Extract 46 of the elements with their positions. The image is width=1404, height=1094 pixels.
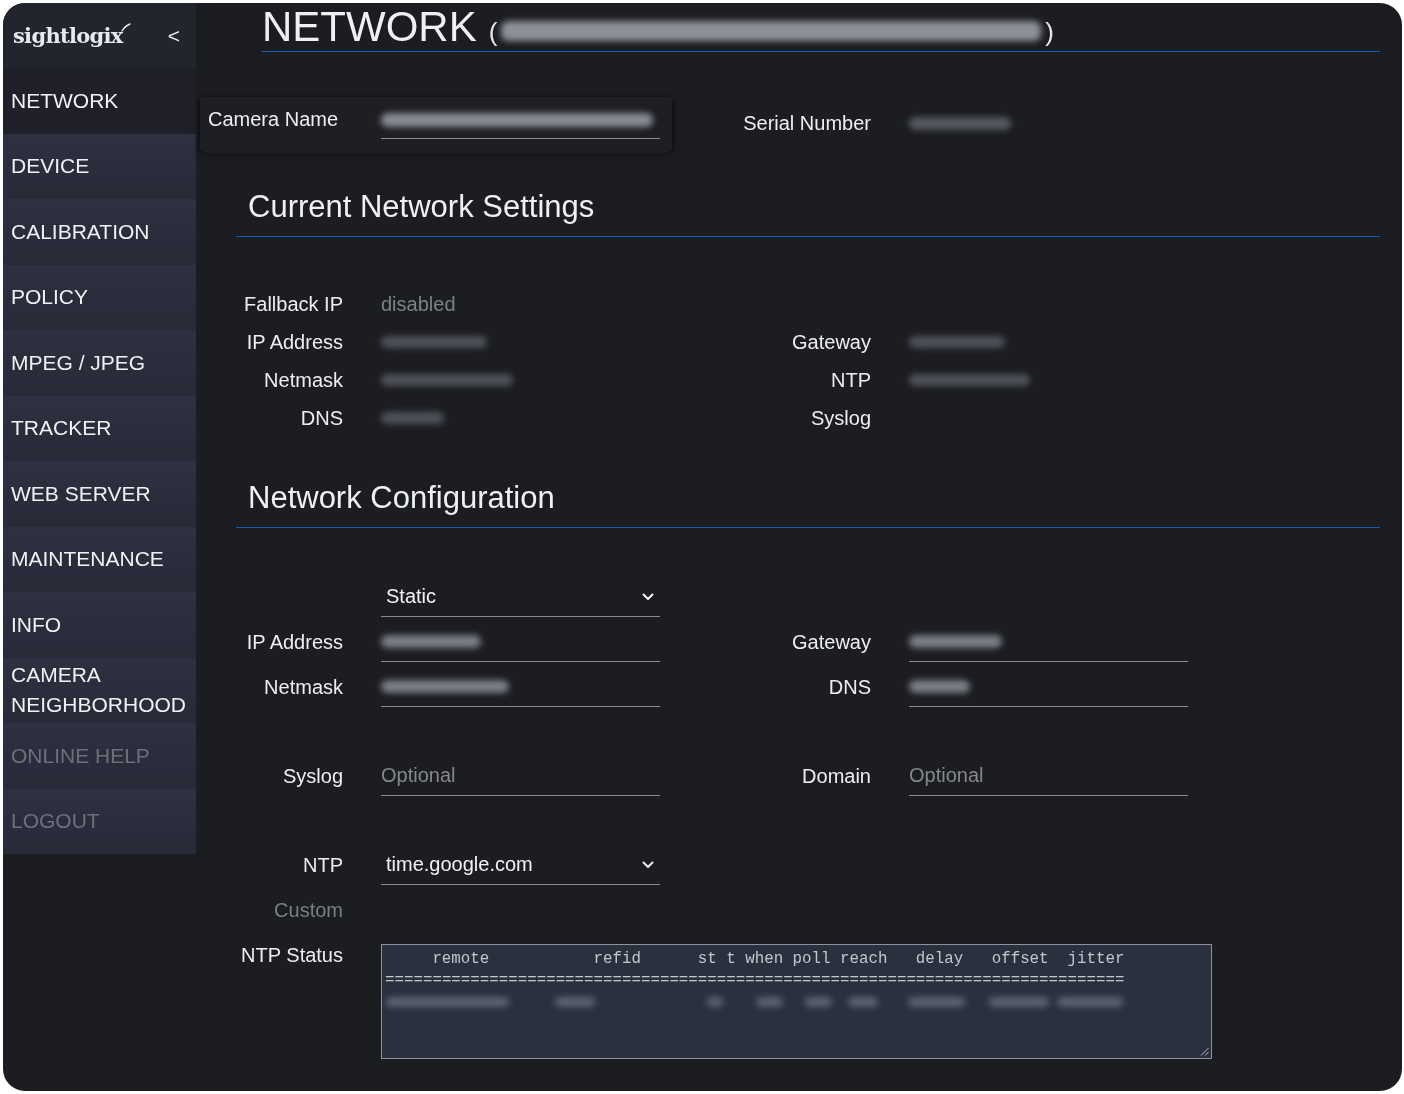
field-label: Domain [802,765,871,787]
field-label: NTP Status [241,944,343,966]
text-field[interactable]: Optional [909,756,1188,796]
section-heading: Current Network Settings [248,189,595,224]
ntp-header-line: remote refid st t when poll reach delay offset jitter [432,949,1125,970]
field-label: Gateway [792,631,871,653]
field-label: Fallback IP [244,292,343,315]
field-label: NTP [831,368,871,391]
field-label: IP Address [246,631,343,653]
paren-text: ) [1045,16,1054,48]
field-label: Camera Name [208,108,339,131]
field-label: Netmask [264,676,343,698]
field-label: Syslog [282,765,343,787]
nav-item[interactable]: CALIBRATION [3,199,196,265]
dropdown[interactable]: time.google.com [381,845,660,885]
ntp-status-textarea[interactable]: remote refid st t when poll reach delay offset jitter ============================================================================== [381,944,1212,1059]
paren-text: ( [488,16,498,48]
field-label: Syslog [810,406,871,429]
separator-line: ============================================================================== [385,970,1125,991]
logo-text: sightlogix [13,23,123,48]
field-label: Custom [274,899,343,921]
nav-item[interactable]: MPEG / JPEG [3,330,196,396]
nav-item[interactable]: DEVICE [3,133,196,199]
nav-item[interactable]: MAINTENANCE [3,526,196,592]
nav-item[interactable]: CAMERA NEIGHBORHOOD [3,657,196,723]
field-label: DNS [828,676,871,698]
field-label: IP Address [246,330,343,353]
chevron-down-icon [642,592,654,601]
nav-item[interactable]: NETWORK [3,68,196,134]
field-label: Gateway [792,330,871,353]
nav-item[interactable]: TRACKER [3,395,196,461]
field-label: DNS [300,406,343,429]
field-label: NTP [303,854,343,876]
nav-item[interactable]: INFO [3,592,196,658]
resize-grip-icon [1200,1047,1209,1056]
collapse-button[interactable]: < [163,23,184,48]
value-text: disabled [381,292,456,316]
page-title: NETWORK [262,3,477,51]
dropdown[interactable]: Static [381,577,660,617]
nav-item[interactable]: WEB SERVER [3,461,196,527]
nav-item[interactable]: POLICY [3,264,196,330]
field-label: Serial Number [743,112,871,134]
chevron-down-icon [642,860,654,869]
text-field[interactable]: Optional [381,756,660,796]
section-heading: Network Configuration [248,480,555,515]
field-label: Netmask [264,368,343,391]
